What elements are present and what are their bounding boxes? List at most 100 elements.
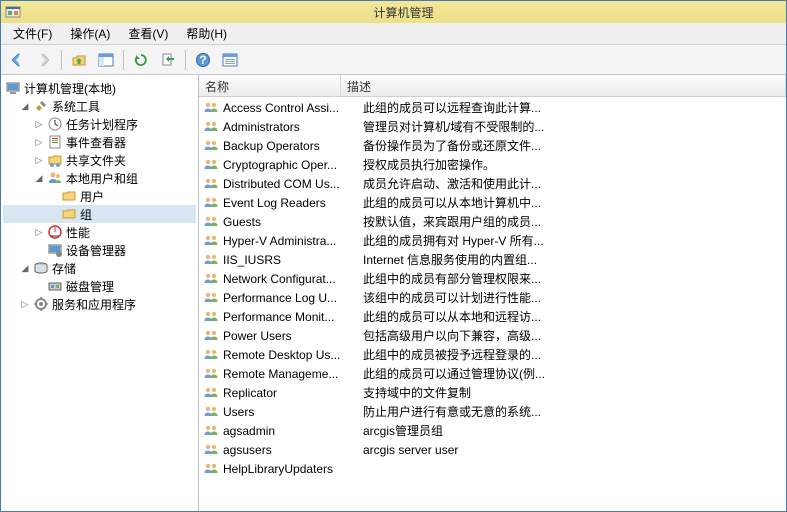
tree-label: 磁盘管理 — [66, 278, 114, 295]
list-row[interactable]: Network Configurat...此组中的成员有部分管理权限来... — [199, 269, 786, 288]
list-row[interactable]: agsadminarcgis管理员组 — [199, 421, 786, 440]
collapse-icon[interactable]: ◢ — [19, 100, 31, 112]
panel-button[interactable] — [94, 48, 118, 72]
group-icon — [203, 100, 219, 116]
tree-users[interactable]: 用户 — [3, 187, 196, 205]
list-row[interactable]: Access Control Assi...此组的成员可以远程查询此计算... — [199, 98, 786, 117]
services-icon — [33, 296, 49, 312]
menu-help[interactable]: 帮助(H) — [178, 23, 235, 44]
tree-systools[interactable]: ◢ 系统工具 — [3, 97, 196, 115]
group-desc: arcgis server user — [361, 443, 786, 457]
expand-icon[interactable]: ▷ — [33, 226, 45, 238]
back-button[interactable] — [5, 48, 29, 72]
list-row[interactable]: Hyper-V Administra...此组的成员拥有对 Hyper-V 所有… — [199, 231, 786, 250]
eventviewer-icon — [47, 134, 63, 150]
group-name: Remote Manageme... — [223, 367, 361, 381]
list-row[interactable]: Replicator支持域中的文件复制 — [199, 383, 786, 402]
tree-root[interactable]: 计算机管理(本地) — [3, 79, 196, 97]
group-icon — [203, 138, 219, 154]
group-icon — [203, 366, 219, 382]
tree-performance[interactable]: ▷ 性能 — [3, 223, 196, 241]
group-icon — [203, 404, 219, 420]
column-desc[interactable]: 描述 — [341, 75, 786, 96]
group-icon — [203, 309, 219, 325]
expand-icon[interactable]: ▷ — [33, 118, 45, 130]
group-name: HelpLibraryUpdaters — [223, 462, 361, 476]
menu-bar: 文件(F) 操作(A) 查看(V) 帮助(H) — [1, 23, 786, 45]
expand-icon[interactable]: ▷ — [33, 154, 45, 166]
tree-panel[interactable]: 计算机管理(本地) ◢ 系统工具 ▷ 任务计划程序 ▷ 事件查看器 ▷ 共享文件… — [1, 75, 199, 511]
listview-button[interactable] — [218, 48, 242, 72]
list-panel: 名称 描述 Access Control Assi...此组的成员可以远程查询此… — [199, 75, 786, 511]
list-row[interactable]: Remote Manageme...此组的成员可以通过管理协议(例... — [199, 364, 786, 383]
menu-view[interactable]: 查看(V) — [120, 23, 176, 44]
forward-button[interactable] — [32, 48, 56, 72]
collapse-icon[interactable]: ◢ — [19, 262, 31, 274]
collapse-icon[interactable]: ◢ — [33, 172, 45, 184]
tree-services[interactable]: ▷ 服务和应用程序 — [3, 295, 196, 313]
tree-diskmgmt[interactable]: 磁盘管理 — [3, 277, 196, 295]
up-button[interactable] — [67, 48, 91, 72]
menu-action[interactable]: 操作(A) — [62, 23, 118, 44]
tree-eventviewer[interactable]: ▷ 事件查看器 — [3, 133, 196, 151]
devmgr-icon — [47, 242, 63, 258]
list-row[interactable]: Guests按默认值，来宾跟用户组的成员... — [199, 212, 786, 231]
expand-icon[interactable]: ▷ — [33, 136, 45, 148]
group-icon — [203, 233, 219, 249]
tree-label: 事件查看器 — [66, 134, 126, 151]
list-row[interactable]: Remote Desktop Us...此组中的成员被授予远程登录的... — [199, 345, 786, 364]
list-row[interactable]: Power Users包括高级用户以向下兼容，高级... — [199, 326, 786, 345]
group-icon — [203, 271, 219, 287]
expand-icon[interactable]: ▷ — [19, 298, 31, 310]
list-row[interactable]: Administrators管理员对计算机/域有不受限制的... — [199, 117, 786, 136]
group-name: Distributed COM Us... — [223, 177, 361, 191]
folder-icon — [61, 206, 77, 222]
tree-label: 性能 — [66, 224, 90, 241]
computer-icon — [5, 80, 21, 96]
list-row[interactable]: IIS_IUSRSInternet 信息服务使用的内置组... — [199, 250, 786, 269]
tree-storage[interactable]: ◢ 存储 — [3, 259, 196, 277]
list-row[interactable]: Distributed COM Us...成员允许启动、激活和使用此计... — [199, 174, 786, 193]
list-row[interactable]: Users防止用户进行有意或无意的系统... — [199, 402, 786, 421]
tree-label: 存储 — [52, 260, 76, 277]
group-icon — [203, 442, 219, 458]
tree-sharedfolders[interactable]: ▷ 共享文件夹 — [3, 151, 196, 169]
list-body: Access Control Assi...此组的成员可以远程查询此计算...A… — [199, 97, 786, 479]
group-name: Cryptographic Oper... — [223, 158, 361, 172]
list-row[interactable]: Performance Monit...此组的成员可以从本地和远程访... — [199, 307, 786, 326]
spacer — [47, 208, 59, 220]
group-name: Remote Desktop Us... — [223, 348, 361, 362]
group-name: Administrators — [223, 120, 361, 134]
group-desc: 此组的成员可以从本地计算机中... — [361, 194, 786, 211]
title-bar: 计算机管理 — [1, 1, 786, 23]
group-name: agsusers — [223, 443, 361, 457]
list-row[interactable]: agsusersarcgis server user — [199, 440, 786, 459]
tree-label: 用户 — [80, 188, 104, 205]
tree-localusers[interactable]: ◢ 本地用户和组 — [3, 169, 196, 187]
separator — [123, 50, 124, 70]
list-header: 名称 描述 — [199, 75, 786, 97]
group-desc: 此组的成员可以远程查询此计算... — [361, 99, 786, 116]
list-row[interactable]: Backup Operators备份操作员为了备份或还原文件... — [199, 136, 786, 155]
help-button[interactable]: ? — [191, 48, 215, 72]
group-desc: Internet 信息服务使用的内置组... — [361, 251, 786, 268]
tree-devmgr[interactable]: 设备管理器 — [3, 241, 196, 259]
menu-file[interactable]: 文件(F) — [5, 23, 60, 44]
group-icon — [203, 328, 219, 344]
group-desc: 防止用户进行有意或无意的系统... — [361, 403, 786, 420]
column-name[interactable]: 名称 — [199, 75, 341, 96]
list-row[interactable]: Event Log Readers此组的成员可以从本地计算机中... — [199, 193, 786, 212]
export-button[interactable] — [156, 48, 180, 72]
tree-label: 系统工具 — [52, 98, 100, 115]
list-row[interactable]: HelpLibraryUpdaters — [199, 459, 786, 478]
tree-label: 计算机管理(本地) — [24, 80, 116, 97]
refresh-button[interactable] — [129, 48, 153, 72]
tree-scheduler[interactable]: ▷ 任务计划程序 — [3, 115, 196, 133]
list-row[interactable]: Performance Log U...该组中的成员可以计划进行性能... — [199, 288, 786, 307]
group-desc: 此组中的成员被授予远程登录的... — [361, 346, 786, 363]
group-desc: 授权成员执行加密操作。 — [361, 156, 786, 173]
tree-groups[interactable]: 组 — [3, 205, 196, 223]
group-name: IIS_IUSRS — [223, 253, 361, 267]
app-icon — [5, 4, 21, 20]
list-row[interactable]: Cryptographic Oper...授权成员执行加密操作。 — [199, 155, 786, 174]
